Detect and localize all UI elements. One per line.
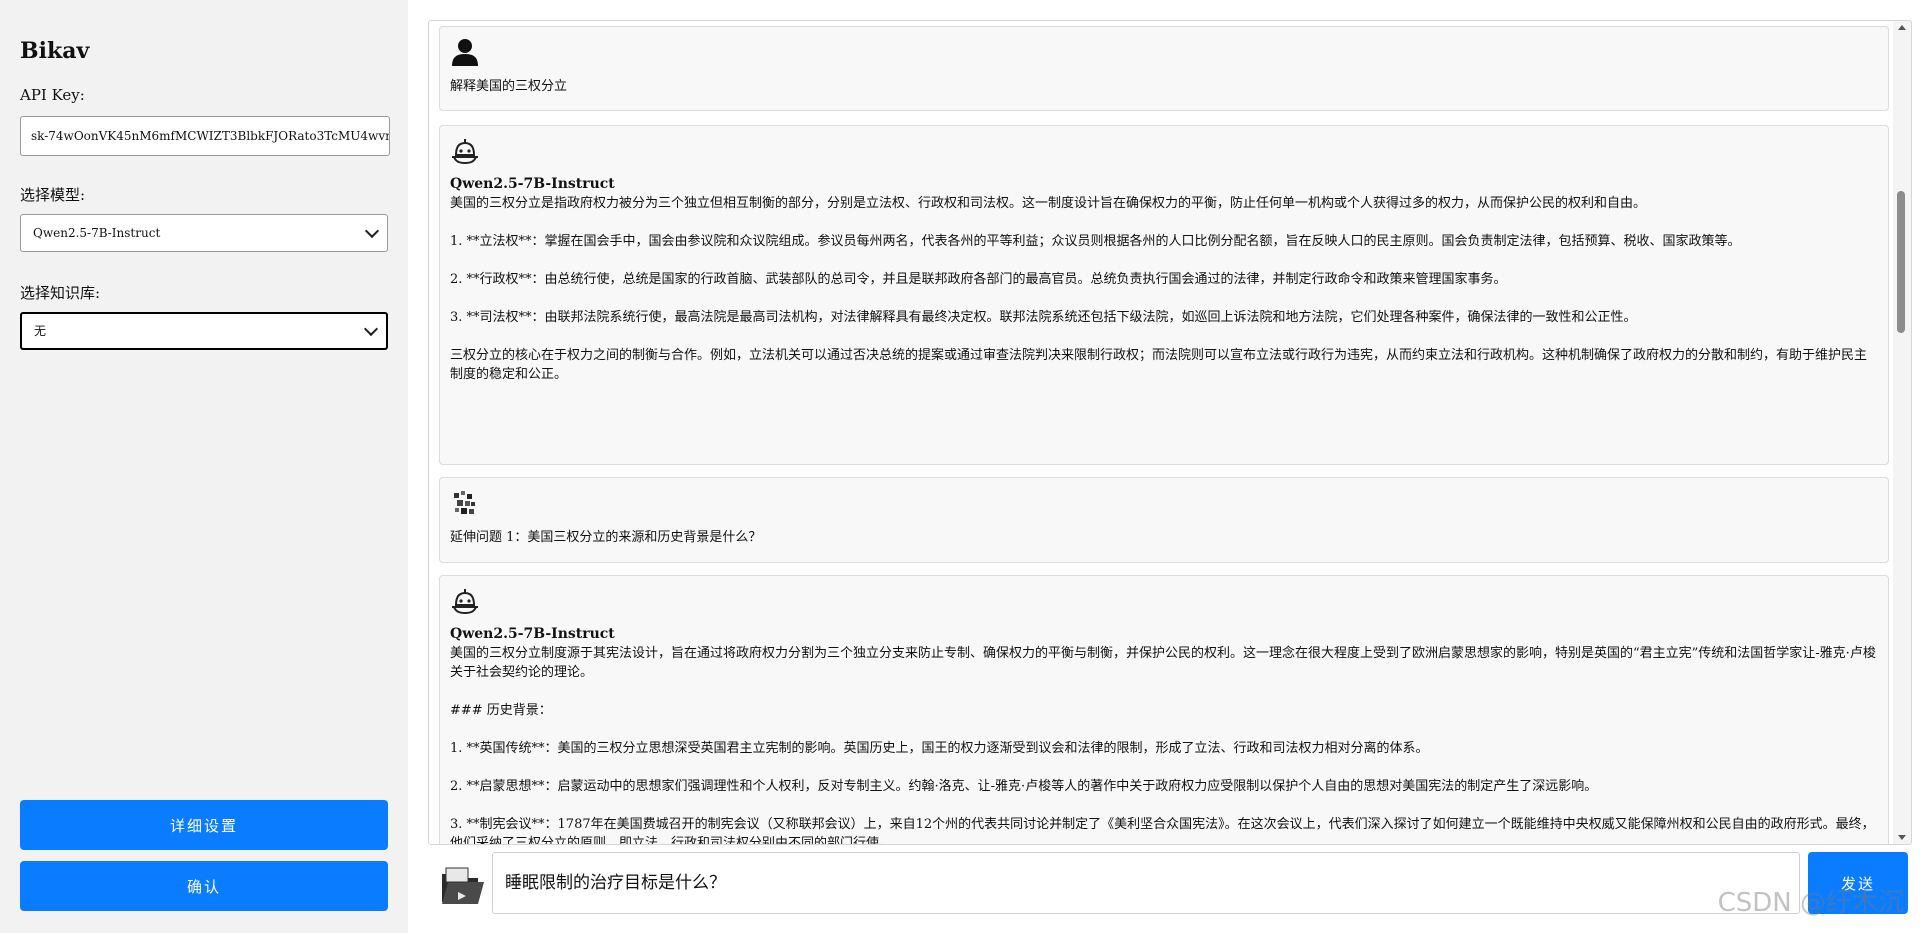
- chat-message-assistant: Qwen2.5-7B-Instruct 美国的三权分立是指政府权力被分为三个独立…: [439, 125, 1889, 465]
- watermark: CSDN @纡木沉: [1717, 888, 1904, 918]
- model-label: 选择模型:: [20, 186, 86, 204]
- api-key-label: API Key:: [20, 86, 85, 104]
- knowledge-base-select[interactable]: 无: [20, 312, 388, 350]
- main-area: 解释美国的三权分立 Qwen2.5-7B-Instruct 美国的三权分立是指政…: [408, 0, 1920, 933]
- composer: 睡眠限制的治疗目标是什么？ 发送: [428, 852, 1912, 918]
- chat-history-panel[interactable]: 解释美国的三权分立 Qwen2.5-7B-Instruct 美国的三权分立是指政…: [428, 20, 1912, 845]
- chat-message-assistant: Qwen2.5-7B-Instruct 美国的三权分立制度源于其宪法设计，旨在通…: [439, 575, 1889, 844]
- message-text: 解释美国的三权分立: [450, 79, 568, 94]
- message-input[interactable]: 睡眠限制的治疗目标是什么？: [492, 852, 1800, 914]
- message-text: 延伸问题 1：美国三权分立的来源和历史背景是什么？: [450, 530, 762, 545]
- confirm-button[interactable]: 确认: [20, 861, 388, 911]
- knowledge-base-label: 选择知识库:: [20, 284, 101, 302]
- chat-scroll-area: 解释美国的三权分立 Qwen2.5-7B-Instruct 美国的三权分立是指政…: [429, 21, 1893, 844]
- chevron-down-icon: [364, 223, 380, 239]
- scrollbar-thumb[interactable]: [1897, 191, 1905, 333]
- api-key-input[interactable]: sk-74wOonVK45nM6mfMCWIZT3BlbkFJORato3TcM…: [20, 116, 390, 156]
- chat-message-followup[interactable]: 延伸问题 1：美国三权分立的来源和历史背景是什么？: [439, 477, 1889, 563]
- detailed-settings-button[interactable]: 详细设置: [20, 800, 388, 850]
- message-sender: Qwen2.5-7B-Instruct: [450, 176, 615, 192]
- folder-upload-icon[interactable]: [438, 862, 486, 910]
- sidebar: Bikav API Key: sk-74wOonVK45nM6mfMCWIZT3…: [0, 0, 408, 933]
- app-title: Bikav: [20, 38, 90, 64]
- model-select[interactable]: Qwen2.5-7B-Instruct: [20, 214, 388, 252]
- message-text: 美国的三权分立制度源于其宪法设计，旨在通过将政府权力分割为三个独立分支来防止专制…: [450, 646, 1876, 844]
- bot-icon: [452, 589, 478, 615]
- chat-scrollbar[interactable]: [1893, 21, 1911, 844]
- scroll-down-arrow-icon[interactable]: [1898, 835, 1906, 840]
- message-text: 美国的三权分立是指政府权力被分为三个独立但相互制衡的部分，分别是立法权、行政权和…: [450, 196, 1868, 382]
- message-sender: Qwen2.5-7B-Instruct: [450, 626, 615, 642]
- bot-icon: [452, 139, 478, 165]
- chat-message-user: 解释美国的三权分立: [439, 26, 1889, 111]
- knowledge-base-select-value: 无: [34, 324, 47, 338]
- scroll-up-arrow-icon[interactable]: [1898, 25, 1906, 30]
- chevron-down-icon: [363, 321, 379, 337]
- user-icon: [452, 39, 478, 66]
- model-select-value: Qwen2.5-7B-Instruct: [33, 226, 161, 240]
- sparkle-icon: [454, 491, 475, 514]
